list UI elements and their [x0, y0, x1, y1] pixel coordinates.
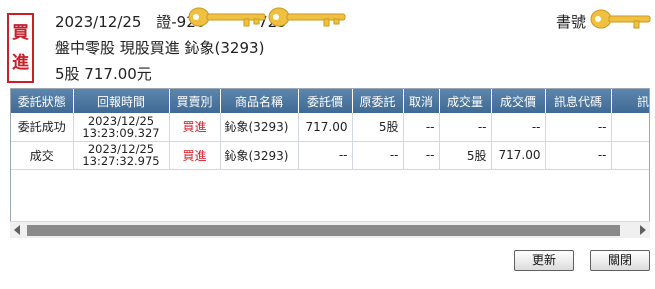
cell-fill-qty: -- [439, 113, 492, 142]
cell-report-date: 2023/12/25 [87, 113, 155, 128]
cell-msg-desc: -- [611, 141, 649, 170]
col-header-status[interactable]: 委託狀態 [11, 89, 74, 113]
order-report-table: 委託狀態 回報時間 買賣別 商品名稱 委託價 原委託 取消 成交量 成交價 訊息… [10, 88, 650, 238]
side-char-1: 買 [12, 23, 29, 43]
redaction-key-icon [268, 7, 346, 27]
col-header-report-time[interactable]: 回報時間 [73, 89, 170, 113]
order-description: 盤中零股 現股買進 鈊象(3293) [55, 39, 265, 57]
order-date: 2023/12/25 [55, 13, 142, 31]
cell-side: 買進 [169, 141, 221, 170]
cell-msg-desc: -- [611, 113, 649, 142]
col-header-cancel[interactable]: 取消 [403, 89, 440, 113]
col-header-orig-qty[interactable]: 原委託 [352, 89, 404, 113]
redaction-key-icon [590, 9, 651, 29]
cell-product: 鈊象(3293) [220, 141, 299, 170]
cell-msg-code: -- [545, 113, 612, 142]
col-header-msg-code[interactable]: 訊息代碼 [545, 89, 612, 113]
cell-price: -- [298, 141, 353, 170]
cell-report-time: 2023/12/25 13:27:32.975 [73, 141, 170, 170]
cell-cancel: -- [403, 141, 440, 170]
scrollbar-thumb[interactable] [27, 225, 620, 236]
cell-fill-price: -- [491, 113, 546, 142]
close-button[interactable]: 關閉 [590, 250, 650, 271]
cell-report-clock: 13:27:32.975 [82, 154, 160, 168]
side-char-2: 進 [12, 53, 29, 73]
cell-price: 717.00 [298, 113, 353, 142]
account-label: 書號 [556, 13, 587, 31]
cell-report-clock: 13:23:09.327 [82, 125, 160, 140]
col-header-side[interactable]: 買賣別 [169, 89, 221, 113]
scroll-left-arrow-icon[interactable] [14, 225, 20, 235]
cell-status: 委託成功 [11, 113, 74, 142]
table-row[interactable]: 委託成功 2023/12/25 13:23:09.327 買進 鈊象(3293)… [11, 113, 649, 142]
col-header-fill-qty[interactable]: 成交量 [439, 89, 492, 113]
scroll-right-arrow-icon[interactable] [640, 225, 646, 235]
buy-side-badge: 買 進 [7, 13, 34, 83]
order-header: 買 進 2023/12/25 證-920 729 書號 盤中零股 現股買進 鈊象… [0, 0, 655, 88]
cell-status: 成交 [11, 141, 74, 170]
refresh-button[interactable]: 更新 [514, 250, 574, 271]
cell-orig-qty: -- [352, 141, 404, 170]
horizontal-scrollbar[interactable] [10, 221, 650, 238]
col-header-product[interactable]: 商品名稱 [220, 89, 299, 113]
table-header-row: 委託狀態 回報時間 買賣別 商品名稱 委託價 原委託 取消 成交量 成交價 訊息… [11, 89, 649, 113]
cell-product: 鈊象(3293) [220, 113, 299, 142]
cell-report-time: 2023/12/25 13:23:09.327 [73, 113, 170, 142]
redaction-key-icon [188, 7, 266, 27]
col-header-fill-price[interactable]: 成交價 [491, 89, 546, 113]
cell-msg-code: -- [545, 141, 612, 170]
col-header-price[interactable]: 委託價 [298, 89, 353, 113]
col-header-msg-desc[interactable]: 訊息說明 [611, 89, 649, 113]
table-row[interactable]: 成交 2023/12/25 13:27:32.975 買進 鈊象(3293) -… [11, 141, 649, 170]
cell-orig-qty: 5股 [352, 113, 404, 142]
cell-cancel: -- [403, 113, 440, 142]
order-summary: 5股 717.00元 [55, 65, 152, 83]
cell-side: 買進 [169, 113, 221, 142]
cell-fill-qty: 5股 [439, 141, 492, 170]
cell-fill-price: 717.00 [491, 141, 546, 170]
